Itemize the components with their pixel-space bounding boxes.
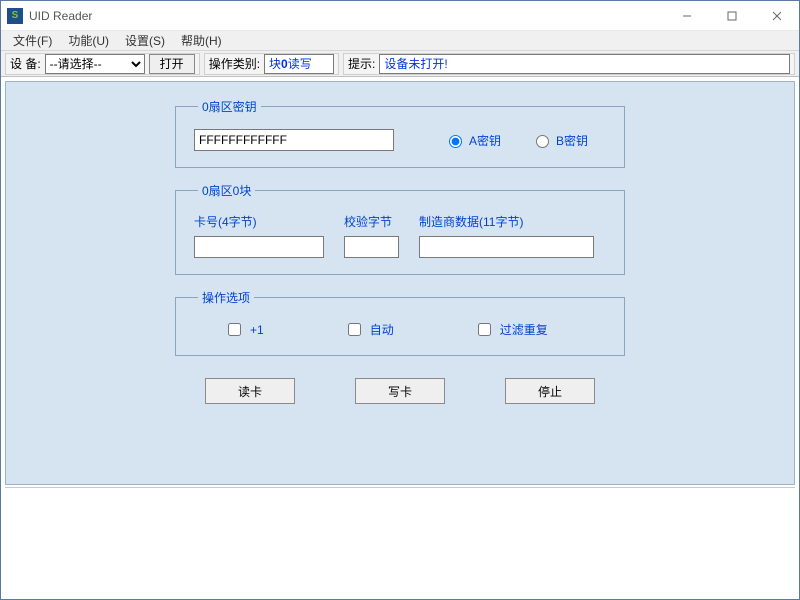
- device-select[interactable]: --请选择--: [45, 54, 145, 74]
- optype-segment: 操作类别: 块0读写: [204, 53, 339, 75]
- radio-a-input[interactable]: [449, 135, 462, 148]
- radio-b-key[interactable]: B密钥: [531, 132, 588, 149]
- mfr-input[interactable]: [419, 236, 594, 258]
- optype-value: 块0读写: [264, 54, 334, 74]
- device-segment: 设 备: --请选择-- 打开: [5, 53, 200, 75]
- open-button[interactable]: 打开: [149, 54, 195, 74]
- group-sector-block-legend: 0扇区0块: [198, 182, 255, 199]
- optype-label: 操作类别:: [209, 55, 260, 72]
- menu-func[interactable]: 功能(U): [60, 30, 117, 51]
- menubar: 文件(F) 功能(U) 设置(S) 帮助(H): [1, 31, 799, 51]
- check-input[interactable]: [344, 236, 399, 258]
- app-icon: S: [7, 8, 23, 24]
- chk-auto-input[interactable]: [348, 323, 361, 336]
- titlebar: S UID Reader: [1, 1, 799, 31]
- mfr-label: 制造商数据(11字节): [419, 213, 594, 230]
- group-options: 操作选项 +1 自动 过滤重复: [175, 289, 625, 356]
- radio-b-input[interactable]: [536, 135, 549, 148]
- bottom-blank-area: [5, 487, 795, 595]
- group-options-legend: 操作选项: [198, 289, 254, 306]
- action-row: 读卡 写卡 停止: [66, 378, 734, 404]
- radio-b-label: B密钥: [556, 132, 588, 149]
- chk-auto[interactable]: 自动: [344, 320, 394, 339]
- toolbar: 设 备: --请选择-- 打开 操作类别: 块0读写 提示: 设备未打开!: [1, 51, 799, 77]
- card-input[interactable]: [194, 236, 324, 258]
- group-sector-key: 0扇区密钥 A密钥 B密钥: [175, 98, 625, 168]
- chk-auto-label: 自动: [370, 321, 394, 338]
- chk-filter-label: 过滤重复: [500, 321, 548, 338]
- hint-label: 提示:: [348, 55, 375, 72]
- maximize-icon: [727, 11, 737, 21]
- group-sector-block: 0扇区0块 卡号(4字节) 校验字节 制造商数据(11字节): [175, 182, 625, 275]
- check-label: 校验字节: [344, 213, 399, 230]
- optype-suffix: 读写: [288, 55, 312, 72]
- optype-bold: 0: [281, 57, 288, 71]
- content-panel: 0扇区密钥 A密钥 B密钥 0扇区0块: [5, 81, 795, 485]
- close-button[interactable]: [754, 1, 799, 30]
- chk-plus1[interactable]: +1: [224, 320, 264, 339]
- main-area: 0扇区密钥 A密钥 B密钥 0扇区0块: [1, 77, 799, 599]
- read-button[interactable]: 读卡: [205, 378, 295, 404]
- optype-prefix: 块: [269, 55, 281, 72]
- hint-segment: 提示: 设备未打开!: [343, 53, 795, 75]
- group-sector-key-legend: 0扇区密钥: [198, 98, 261, 115]
- menu-settings[interactable]: 设置(S): [117, 30, 173, 51]
- chk-plus1-label: +1: [250, 323, 264, 337]
- menu-help[interactable]: 帮助(H): [173, 30, 230, 51]
- window-title: UID Reader: [29, 9, 92, 23]
- minimize-button[interactable]: [664, 1, 709, 30]
- maximize-button[interactable]: [709, 1, 754, 30]
- close-icon: [772, 11, 782, 21]
- radio-a-key[interactable]: A密钥: [444, 132, 501, 149]
- device-label: 设 备:: [10, 55, 41, 72]
- menu-file[interactable]: 文件(F): [5, 30, 60, 51]
- write-button[interactable]: 写卡: [355, 378, 445, 404]
- chk-filter-input[interactable]: [478, 323, 491, 336]
- minimize-icon: [682, 11, 692, 21]
- chk-filter[interactable]: 过滤重复: [474, 320, 548, 339]
- key-input[interactable]: [194, 129, 394, 151]
- hint-value: 设备未打开!: [379, 54, 790, 74]
- card-label: 卡号(4字节): [194, 213, 324, 230]
- radio-a-label: A密钥: [469, 132, 501, 149]
- chk-plus1-input[interactable]: [228, 323, 241, 336]
- stop-button[interactable]: 停止: [505, 378, 595, 404]
